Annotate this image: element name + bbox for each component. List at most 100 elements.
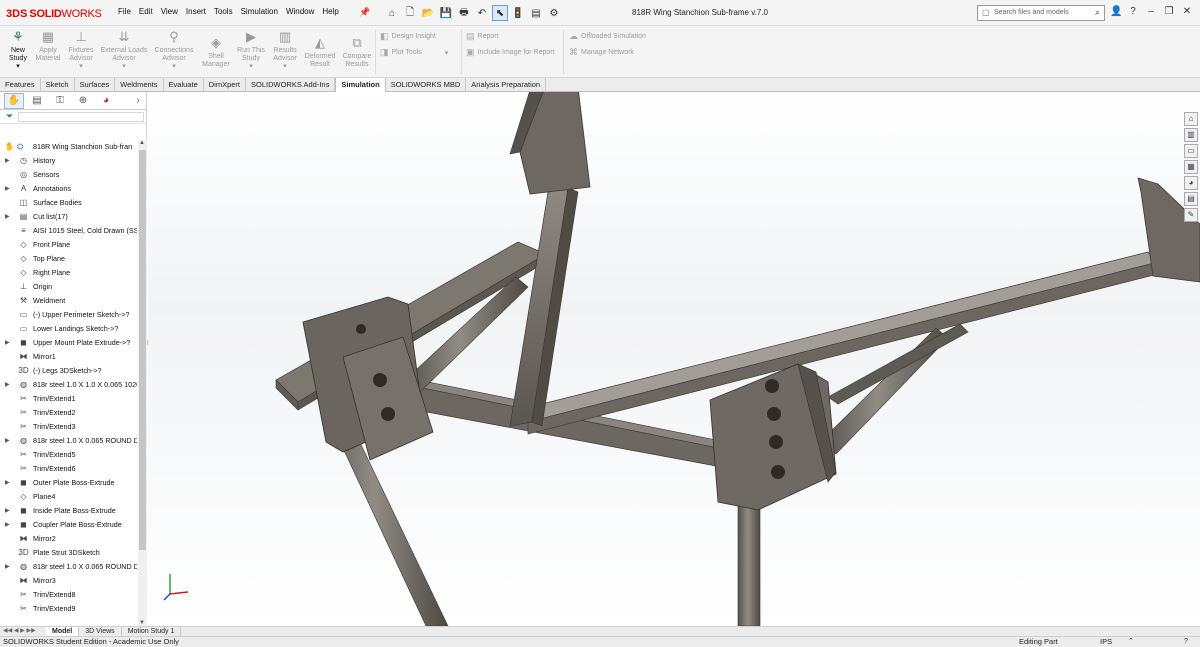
expand-arrow-icon[interactable]: ▶ (5, 518, 10, 532)
apply-material-button[interactable]: ▦ Apply Material (33, 28, 63, 63)
tree-item[interactable]: ✂ Trim/Extend9 (0, 602, 137, 616)
tree-item[interactable]: ◫ Surface Bodies (0, 196, 137, 210)
dimxpert-manager-tab-icon[interactable]: ⊕ (73, 93, 93, 109)
expand-arrow-icon[interactable]: ▶ (5, 378, 10, 392)
forum-icon[interactable]: ✎ (1184, 208, 1198, 222)
tree-item[interactable]: 3D Plate Strut 3DSketch (0, 546, 137, 560)
expand-arrow-icon[interactable]: ▶ (5, 560, 10, 574)
include-image-button[interactable]: ▣ Include Image for Report (466, 47, 555, 58)
menu-window[interactable]: Window (282, 7, 318, 16)
configuration-manager-tab-icon[interactable]: ⚿ (50, 93, 70, 109)
tree-item[interactable]: ✂ Trim/Extend8 (0, 588, 137, 602)
property-manager-tab-icon[interactable]: ▤ (27, 93, 47, 109)
search-icon[interactable]: ⌕ (1095, 7, 1100, 18)
tab-simulation[interactable]: Simulation (335, 78, 386, 92)
tree-item[interactable]: ✂ Trim/Extend3 (0, 420, 137, 434)
deformed-result-button[interactable]: ◭ Deformed Result (302, 34, 338, 69)
filter-icon[interactable]: ⏷ (6, 111, 13, 122)
expand-arrow-icon[interactable]: ▶ (5, 210, 10, 224)
tree-item[interactable]: ✂ Trim/Extend2 (0, 406, 137, 420)
run-study-button[interactable]: ▶ Run This Study ▾ (234, 28, 268, 71)
tab-nav-arrows-icon[interactable]: ◀◀ ◀ ▶ ▶▶ (0, 627, 46, 636)
tree-item[interactable]: ▶ ◍ 818r steel 1.0 X 0.065 ROUND D (0, 434, 137, 448)
tree-item[interactable]: ▶ ◍ 818r steel 1.0 X 0.065 ROUND D (0, 560, 137, 574)
results-advisor-button[interactable]: ▥ Results Advisor ▾ (270, 28, 300, 71)
graphics-viewport[interactable]: ⌕ ⊕ ↺ ◩ ❒ ◧ ◉ ◈ ◍ ▭ ⌄ – ❐ ✕ ⌂ ▥ ▭ ▦ ◕ ▤ … (148, 92, 1200, 626)
filter-input[interactable] (18, 112, 144, 122)
tree-item[interactable]: ⚒ Weldment (0, 294, 137, 308)
search-input[interactable]: ▢ Search files and models ⌕ (977, 5, 1105, 21)
tree-item[interactable]: ⧓ Mirror1 (0, 350, 137, 364)
expand-arrow-icon[interactable]: ▶ (5, 336, 10, 350)
help-question-icon[interactable]: ? (1184, 637, 1188, 647)
external-loads-advisor-button[interactable]: ⇊ External Loads Advisor ▾ (98, 28, 150, 71)
maximize-icon[interactable]: ❐ (1164, 6, 1174, 17)
tab-mbd[interactable]: SOLIDWORKS MBD (386, 78, 467, 92)
tab-weldments[interactable]: Weldments (115, 78, 164, 92)
tab-sketch[interactable]: Sketch (41, 78, 75, 92)
model-render[interactable] (148, 92, 1200, 626)
plot-tools-button[interactable]: ◨ Plot Tools ▾ (380, 47, 448, 58)
home-icon[interactable]: ⌂ (384, 5, 400, 21)
connections-advisor-button[interactable]: ⚲ Connections Advisor ▾ (152, 28, 196, 71)
tab-dimxpert[interactable]: DimXpert (204, 78, 246, 92)
report-button[interactable]: ▤ Report (466, 31, 499, 42)
shell-manager-button[interactable]: ◈ Shell Manager (200, 34, 232, 69)
minimize-icon[interactable]: – (1146, 6, 1156, 17)
tab-evaluate[interactable]: Evaluate (164, 78, 204, 92)
tree-item[interactable]: ▶ ▤ Cut list(17) (0, 210, 137, 224)
tree-item[interactable]: ▶ ◷ History (0, 154, 137, 168)
compare-results-button[interactable]: ⧉ Compare Results (340, 34, 374, 69)
new-document-icon[interactable]: 🗋 (402, 5, 418, 21)
undo-icon[interactable]: ↶ (474, 5, 490, 21)
rebuild-icon[interactable]: 🚦 (510, 5, 526, 21)
tab-features[interactable]: Features (0, 78, 41, 92)
tree-item[interactable]: ▶ ◍ 818r steel 1.0 X 1.0 X 0.065 1020 (0, 378, 137, 392)
tree-item[interactable]: ⧓ Mirror3 (0, 574, 137, 588)
solidworks-logo[interactable]: 3DS SOLIDWORKS (6, 6, 102, 22)
tree-item[interactable]: ▭ Lower Landings Sketch->? (0, 322, 137, 336)
scrollbar-thumb[interactable] (139, 150, 146, 550)
custom-properties-icon[interactable]: ▤ (1184, 192, 1198, 206)
tab-addins[interactable]: SOLIDWORKS Add-Ins (246, 78, 336, 92)
select-icon[interactable]: ⬉ (492, 5, 508, 21)
close-icon[interactable]: ✕ (1182, 6, 1192, 17)
print-icon[interactable]: 🖶 (456, 5, 472, 21)
expand-arrow-icon[interactable]: ▶ (5, 434, 10, 448)
menu-simulation[interactable]: Simulation (237, 7, 282, 16)
expand-arrow-icon[interactable]: ▶ (5, 504, 10, 518)
feature-manager-tab-icon[interactable]: ✋ (4, 92, 24, 109)
tree-item[interactable]: 3D (-) Legs 3DSketch->? (0, 364, 137, 378)
tree-item[interactable]: ▭ (-) Upper Perimeter Sketch->? (0, 308, 137, 322)
tab-analysis-preparation[interactable]: Analysis Preparation (466, 78, 547, 92)
design-insight-button[interactable]: ◧ Design Insight (380, 31, 436, 42)
expand-arrow-icon[interactable]: ▶ (5, 154, 10, 168)
offloaded-simulation-button[interactable]: ☁ Offloaded Simulation (569, 31, 646, 42)
tree-item[interactable]: ⊥ Origin (0, 280, 137, 294)
tree-item[interactable]: ◇ Plane4 (0, 490, 137, 504)
help-icon[interactable]: ? (1128, 6, 1138, 17)
save-icon[interactable]: 💾 (438, 5, 454, 21)
menu-tools[interactable]: Tools (210, 7, 237, 16)
expand-arrow-icon[interactable]: ▶ (5, 476, 10, 490)
tree-root-part[interactable]: ✋ ⛭ 818R Wing Stanchion Sub-fran (0, 140, 137, 154)
new-study-button[interactable]: ⚘ New Study ▾ (4, 28, 32, 71)
tree-item[interactable]: ◇ Right Plane (0, 266, 137, 280)
manage-network-button[interactable]: ⌘ Manage Network (569, 47, 634, 58)
design-library-icon[interactable]: ▥ (1184, 128, 1198, 142)
user-icon[interactable]: 👤 (1110, 6, 1122, 17)
tab-model[interactable]: Model (46, 627, 80, 636)
tree-item[interactable]: ◇ Top Plane (0, 252, 137, 266)
resources-icon[interactable]: ⌂ (1184, 112, 1198, 126)
open-icon[interactable]: 📂 (420, 5, 436, 21)
chevron-up-icon[interactable]: ⌃ (1128, 637, 1134, 647)
tree-item[interactable]: ▶ A Annotations (0, 182, 137, 196)
tab-motion-study[interactable]: Motion Study 1 (122, 627, 182, 636)
tree-item[interactable]: ▶ ◼ Upper Mount Plate Extrude->? (0, 336, 137, 350)
tree-item[interactable]: ✂ Trim/Extend6 (0, 462, 137, 476)
tree-item[interactable]: ≡ AISI 1015 Steel, Cold Drawn (SS (0, 224, 137, 238)
tree-scrollbar[interactable]: ▲ ▼ (138, 140, 147, 626)
menu-file[interactable]: File (114, 7, 135, 16)
appearances-icon[interactable]: ◕ (1184, 176, 1198, 190)
tree-item[interactable]: ◇ Front Plane (0, 238, 137, 252)
